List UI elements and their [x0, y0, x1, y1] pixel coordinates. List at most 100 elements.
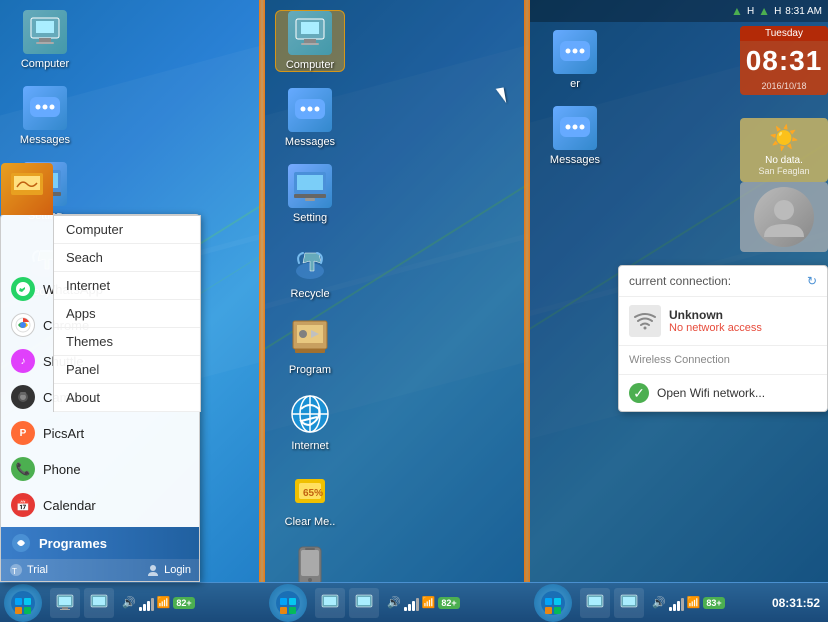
open-wifi-button[interactable]: ✓ Open Wifi network... [619, 375, 827, 411]
setting-2-icon-img [288, 164, 332, 208]
programs-button[interactable]: Programes [1, 527, 199, 559]
taskbar-icon-monitor-2a[interactable] [84, 588, 114, 618]
start-menu-footer: T Trial Login [1, 559, 199, 581]
taskbar-icon-monitor-1[interactable] [50, 588, 80, 618]
menu-item-about[interactable]: About [54, 384, 200, 412]
menu-item-panel[interactable]: Panel [54, 356, 200, 384]
icon-internet[interactable]: Internet [275, 392, 345, 452]
menu-item-search[interactable]: Seach [54, 244, 200, 272]
icon-messages-2[interactable]: Messages [275, 88, 345, 148]
menu-item-apps[interactable]: Apps [54, 300, 200, 328]
wifi-notif-panel: current connection: ↻ Unknown No network… [618, 265, 828, 412]
speaker-icon-1: 🔊 [122, 596, 136, 609]
taskbar-1-icons [50, 588, 114, 618]
icon-program[interactable]: Program [275, 316, 345, 376]
icon-recycle-2[interactable]: Recycle [275, 240, 345, 300]
speaker-icon-2: 🔊 [387, 596, 401, 609]
start-button-3[interactable] [534, 584, 572, 622]
picsart-icon: P [11, 421, 35, 445]
menu-item-themes[interactable]: Themes [54, 328, 200, 356]
login-button[interactable]: Login [146, 563, 191, 577]
icon-messages-3[interactable]: Messages [540, 106, 610, 166]
menu-item-internet[interactable]: Internet [54, 272, 200, 300]
status-icons: ▲ H ▲ H 8:31 AM [731, 4, 822, 18]
phone-label: Phone [43, 462, 81, 477]
weather-icon: ☀️ [746, 124, 822, 153]
wifi-icon-3: 📶 [687, 596, 701, 609]
signal-h2-text: H [774, 6, 781, 17]
menu-item-computer[interactable]: Computer [54, 216, 200, 244]
calendar-icon: 📅 [11, 493, 35, 517]
taskbar-2: 🔊 📶 82+ [265, 582, 530, 622]
taskbar-3-sys: 🔊 📶 83+ [652, 595, 725, 611]
clearme-icon-img: 65% [288, 468, 332, 512]
signal-down-icon: ▲ [758, 4, 770, 18]
menu-picsart[interactable]: P PicsArt [1, 415, 199, 451]
contact-avatar [754, 187, 814, 247]
taskbar-1-sys: 🔊 📶 82+ [122, 595, 195, 611]
taskbar-time: 08:31:52 [772, 596, 820, 610]
clock-date: 2016/10/18 [740, 81, 828, 95]
start-menu: Computer Seach Internet Apps Themes Pane… [0, 214, 200, 582]
notif-header: current connection: ↻ [619, 266, 827, 297]
messages-label: Messages [20, 134, 70, 146]
taskbar-2-icons [315, 588, 379, 618]
notif-refresh-btn[interactable]: ↻ [807, 274, 817, 288]
contact-widget [740, 182, 828, 252]
messages-3-label: Messages [550, 154, 600, 166]
taskbar-3-monitor-1[interactable] [580, 588, 610, 618]
icon-messages[interactable]: Messages [10, 86, 80, 146]
computer-icon-img [23, 10, 67, 54]
er-icon-img [553, 30, 597, 74]
menu-phone[interactable]: 📞 Phone [1, 451, 199, 487]
panel-1: Computer Messages [0, 0, 265, 622]
messages-2-icon-img [288, 88, 332, 132]
taskbar-2-monitor-1[interactable] [315, 588, 345, 618]
panel-3-icons: er Messages [540, 30, 610, 182]
svg-text:65%: 65% [303, 488, 323, 499]
panel-3: ▲ H ▲ H 8:31 AM er [530, 0, 828, 622]
wifi-icon-2: 📶 [422, 596, 436, 609]
start-button-2[interactable] [269, 584, 307, 622]
panel-2: Computer Messages [265, 0, 530, 622]
status-bar: ▲ H ▲ H 8:31 AM [530, 0, 828, 22]
icon-clearme[interactable]: 65% Clear Me.. [275, 468, 345, 528]
icon-computer-2[interactable]: Computer [275, 10, 345, 72]
internet-label: Internet [291, 440, 328, 452]
internet-icon-img [288, 392, 332, 436]
icon-computer[interactable]: Computer [10, 10, 80, 70]
icon-er[interactable]: er [540, 30, 610, 90]
camera-icon [11, 385, 35, 409]
start-button-1[interactable] [4, 584, 42, 622]
calendar-label: Calendar [43, 498, 96, 513]
chrome-icon [11, 313, 35, 337]
programs-label: Programes [39, 536, 107, 551]
menu-calendar[interactable]: 📅 Calendar [1, 487, 199, 523]
current-connection-label: current connection: [629, 274, 731, 288]
battery-2: 82+ [438, 597, 459, 609]
weather-widget: ☀️ No data. San Feaglan [740, 118, 828, 182]
signal-1 [139, 595, 154, 611]
setting-2-label: Setting [293, 212, 327, 224]
taskbar-2-monitor-2[interactable] [349, 588, 379, 618]
open-wifi-icon: ✓ [629, 383, 649, 403]
computer-2-icon-img [288, 11, 332, 55]
clock-time: 08:31 [740, 41, 828, 81]
taskbar-3-monitor-2[interactable] [614, 588, 644, 618]
svg-text:T: T [12, 567, 17, 576]
battery-3: 83+ [703, 597, 724, 609]
signal-2 [404, 595, 419, 611]
notif-connection-info: Unknown No network access [669, 308, 762, 334]
open-wifi-label: Open Wifi network... [657, 386, 765, 400]
panel-1-divider [259, 0, 265, 622]
taskbar-3-icons [580, 588, 644, 618]
trial-label: Trial [27, 564, 48, 576]
picsart-label: PicsArt [43, 426, 84, 441]
icon-setting-2[interactable]: Setting [275, 164, 345, 224]
unknown-label: Unknown [669, 308, 762, 322]
desktop-container: Computer Messages [0, 0, 828, 622]
notif-wireless: Wireless Connection [619, 346, 827, 375]
status-time: 8:31 AM [785, 6, 822, 17]
trial-button[interactable]: T Trial [9, 563, 48, 577]
login-label: Login [164, 564, 191, 576]
